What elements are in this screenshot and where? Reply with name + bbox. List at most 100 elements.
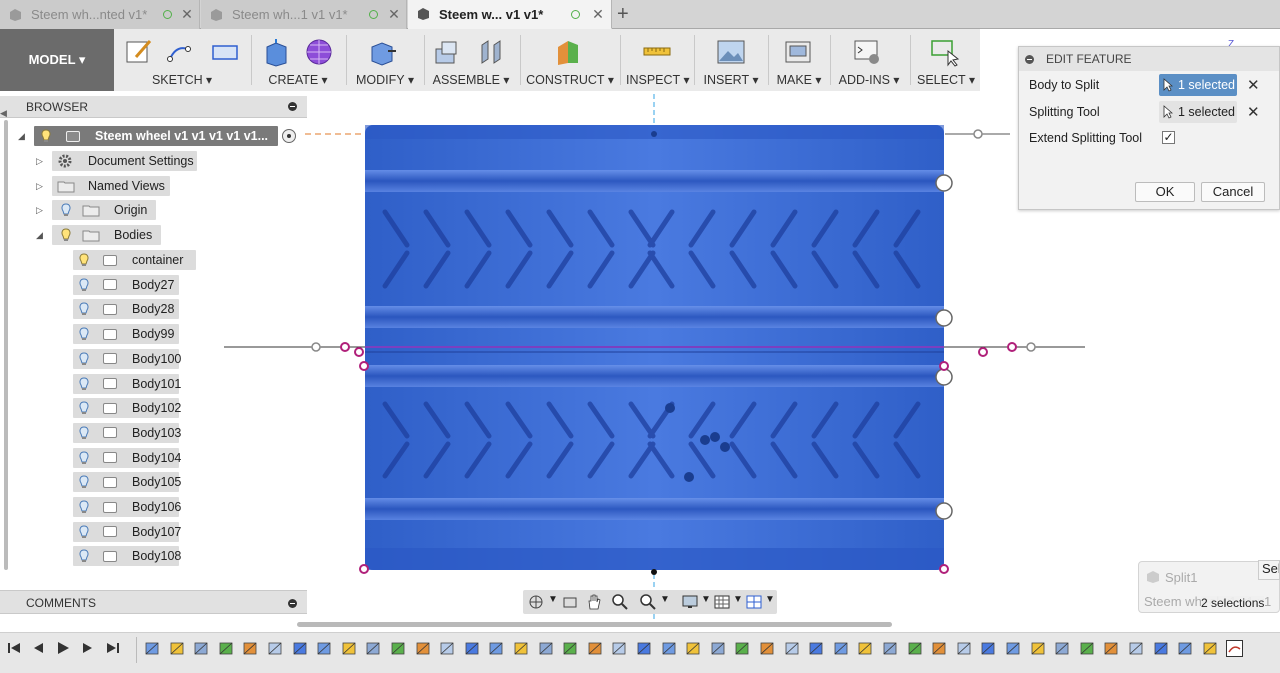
play-icon[interactable] [55,640,71,656]
go-to-end-icon[interactable] [105,640,121,656]
create-sketch-icon[interactable] [124,37,154,67]
browser-item-named-views[interactable]: ▷ Named Views [0,176,300,196]
form-icon[interactable] [304,37,334,67]
timeline-feature-icon[interactable] [144,640,161,657]
3d-print-icon[interactable] [783,37,813,67]
extrude-icon[interactable] [262,37,292,67]
timeline-feature-icon[interactable] [292,640,309,657]
timeline-feature-icon[interactable] [784,640,801,657]
browser-body-item[interactable]: Body102 [0,398,300,419]
document-tab-2[interactable]: Steem wh...1 v1 v1* ✕ [201,0,407,29]
timeline-feature-icon[interactable] [1030,640,1047,657]
timeline-feature-icon[interactable] [242,640,259,657]
sketch-menu-label[interactable]: SKETCH [122,73,242,87]
visibility-bulb-icon[interactable] [41,129,51,143]
visibility-bulb-icon[interactable] [61,203,71,217]
visibility-bulb-icon[interactable] [79,500,89,514]
timeline-feature-icon[interactable] [1177,640,1194,657]
expand-triangle-icon[interactable]: ▷ [36,181,43,192]
new-tab-icon[interactable]: + [617,3,629,26]
timeline-feature-icon[interactable] [513,640,530,657]
collapse-dialog-icon[interactable] [1025,55,1034,64]
line-tool-icon[interactable] [166,37,196,67]
comments-panel[interactable]: COMMENTS [0,590,307,614]
zoom-icon[interactable] [611,593,629,611]
modify-group[interactable]: MODIFY [352,29,418,91]
cancel-button[interactable]: Cancel [1201,182,1265,202]
browser-body-item[interactable]: container [0,250,300,270]
body-to-split-selector[interactable]: 1 selected [1159,74,1237,96]
timeline-feature-icon[interactable] [833,640,850,657]
add-ins-menu-label[interactable]: ADD-INS [834,73,904,87]
joint-icon[interactable] [476,37,506,67]
visibility-bulb-icon[interactable] [79,426,89,440]
new-component-icon[interactable] [432,37,462,67]
activate-radio-icon[interactable] [282,129,296,143]
timeline-feature-icon[interactable] [538,640,555,657]
visibility-bulb-icon[interactable] [79,401,89,415]
timeline-feature-icon[interactable] [341,640,358,657]
document-tab-1[interactable]: Steem wh...nted v1* ✕ [0,0,200,29]
sketch-group[interactable]: SKETCH [122,29,242,91]
timeline-feature-icon[interactable] [1005,640,1022,657]
display-settings-icon[interactable] [681,593,699,611]
go-to-start-icon[interactable] [6,640,22,656]
viewports-icon[interactable] [745,593,763,611]
timeline-feature-icon[interactable] [931,640,948,657]
assemble-menu-label[interactable]: ASSEMBLE [430,73,512,87]
browser-item-origin[interactable]: ▷ Origin [0,200,300,220]
visibility-bulb-icon[interactable] [61,228,71,242]
visibility-bulb-icon[interactable] [79,475,89,489]
extend-splitting-tool-checkbox[interactable]: ✓ [1162,131,1175,144]
timeline-feature-icon[interactable] [587,640,604,657]
press-pull-icon[interactable] [368,37,398,67]
make-group[interactable]: MAKE [772,29,826,91]
timeline-feature-icon[interactable] [1079,640,1096,657]
timeline-feature-icon[interactable] [661,640,678,657]
offset-plane-icon[interactable] [554,37,584,67]
collapse-triangle-icon[interactable]: ◢ [36,230,43,241]
visibility-bulb-icon[interactable] [79,451,89,465]
browser-item-bodies[interactable]: ◢ Bodies [0,225,300,245]
close-tab-icon[interactable]: ✕ [387,6,401,23]
browser-item-document-settings[interactable]: ▷ Document Settings [0,151,300,171]
browser-body-item[interactable]: Body106 [0,497,300,517]
timeline-feature-icon[interactable] [685,640,702,657]
close-tab-icon[interactable]: ✕ [180,6,194,23]
pan-hand-icon[interactable] [585,593,603,611]
select-menu-label[interactable]: SELECT [914,73,978,87]
expand-comments-icon[interactable] [288,599,297,608]
step-back-icon[interactable] [30,640,46,656]
timeline-feature-icon[interactable] [562,640,579,657]
timeline-feature-icon[interactable] [193,640,210,657]
browser-body-item[interactable]: Body104 [0,447,300,468]
display-dropdown-icon[interactable]: ▼ [701,594,711,605]
timeline-feature-icon[interactable] [710,640,727,657]
sketch-constraint-points[interactable] [340,342,1017,574]
timeline-feature-icon[interactable] [488,640,505,657]
insert-image-icon[interactable] [716,37,746,67]
create-group[interactable]: CREATE [258,29,338,91]
minimize-panel-icon[interactable] [288,102,297,111]
zoom-dropdown-icon[interactable]: ▼ [660,594,670,605]
expand-triangle-icon[interactable]: ◢ [18,131,25,142]
add-ins-group[interactable]: ADD-INS [834,29,904,91]
timeline-feature-icon[interactable] [882,640,899,657]
timeline-feature-icon[interactable] [1128,640,1145,657]
selected-vertices[interactable] [651,131,730,575]
timeline-feature-icon[interactable] [439,640,456,657]
browser-body-item[interactable]: Body28 [0,299,300,320]
timeline-feature-icon[interactable] [636,640,653,657]
rectangle-tool-icon[interactable] [210,37,240,67]
browser-root-node[interactable]: ◢ Steem wheel v1 v1 v1 v1 v1... [0,126,300,146]
timeline-feature-icon[interactable] [365,640,382,657]
expand-triangle-icon[interactable]: ▷ [36,156,43,167]
browser-body-item[interactable]: Body105 [0,472,300,493]
workspace-switcher-button[interactable]: MODEL ▾ [0,29,114,91]
inspect-group[interactable]: INSPECT [626,29,688,91]
close-tab-icon[interactable]: ✕ [591,6,605,23]
make-menu-label[interactable]: MAKE [772,73,826,87]
scripts-icon[interactable] [852,37,882,67]
viewports-dropdown-icon[interactable]: ▼ [765,594,775,605]
browser-body-item[interactable]: Body103 [0,422,300,443]
